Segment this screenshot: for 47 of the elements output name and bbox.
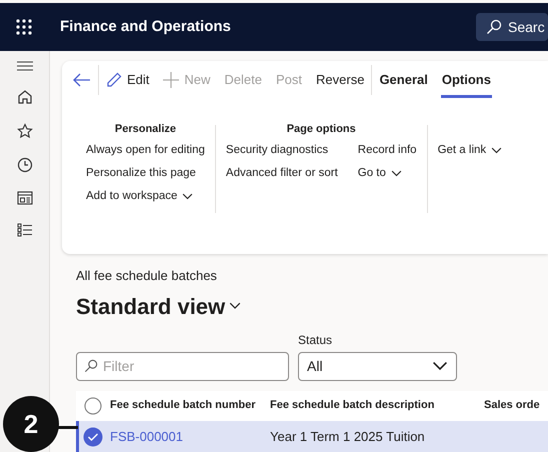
clock-icon[interactable]: [16, 157, 32, 173]
menu-item[interactable]: Record info: [358, 139, 417, 162]
menu-dropdown[interactable]: Get a link: [438, 139, 502, 162]
app-launcher-icon[interactable]: [16, 19, 32, 35]
grid-row[interactable]: FSB-000001 Year 1 Term 1 2025 Tuition: [76, 420, 548, 452]
menu-item[interactable]: Advanced filter or sort: [226, 162, 338, 185]
table-cell: Year 1 Term 1 2025 Tuition: [270, 428, 425, 444]
view-selector[interactable]: Standard view: [76, 290, 242, 322]
status-dropdown[interactable]: All: [298, 352, 457, 380]
filter-field[interactable]: Filter: [76, 352, 289, 380]
menu-item[interactable]: Personalize this page: [86, 162, 196, 185]
menu-item[interactable]: Always open for editing: [86, 139, 205, 162]
page-caption: All fee schedule batches: [76, 268, 217, 283]
record-link[interactable]: FSB-000001: [110, 428, 183, 444]
plus-icon: [163, 72, 180, 88]
chevron-down-icon: [432, 361, 448, 371]
column-header[interactable]: Sales orde: [484, 399, 540, 412]
home-icon[interactable]: [16, 89, 32, 105]
row-checkbox[interactable]: [83, 426, 103, 446]
ribbon-tab[interactable]: Options: [434, 62, 498, 98]
list-icon[interactable]: [16, 223, 32, 237]
group-title: Page options: [286, 123, 356, 135]
menu-item[interactable]: Security diagnostics: [226, 139, 328, 162]
app-title: Finance and Operations: [60, 16, 231, 37]
group-title: Personalize: [114, 123, 176, 135]
column-header[interactable]: Fee schedule batch number: [110, 399, 256, 412]
search-icon: [486, 19, 502, 35]
search-field[interactable]: Searc: [476, 13, 548, 41]
star-icon[interactable]: [16, 123, 32, 139]
ribbon-tab[interactable]: General: [372, 62, 435, 98]
menu-icon[interactable]: [16, 61, 32, 71]
menu-dropdown[interactable]: Add to workspace: [86, 185, 194, 208]
edit-button[interactable]: Edit: [99, 64, 156, 96]
chevron-down-icon: [229, 302, 242, 310]
field-label: Status: [298, 332, 332, 346]
select-all-checkbox[interactable]: [84, 396, 102, 414]
back-arrow-icon: [73, 73, 91, 87]
leader-line: [58, 426, 78, 429]
chevron-down-icon: [182, 193, 194, 200]
pencil-icon: [106, 72, 122, 88]
workspace-icon[interactable]: [16, 191, 32, 205]
chevron-down-icon: [491, 147, 502, 154]
search-icon: [84, 358, 98, 372]
chevron-down-icon: [390, 170, 402, 177]
column-header[interactable]: Fee schedule batch description: [270, 399, 434, 412]
toolbar-button[interactable]: Reverse: [309, 64, 372, 96]
menu-dropdown[interactable]: Go to: [358, 162, 402, 185]
